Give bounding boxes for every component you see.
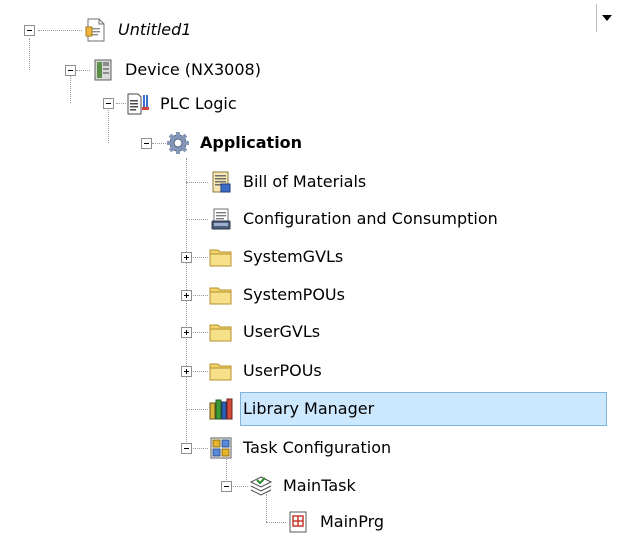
- tree-item-task-configuration[interactable]: Task Configuration: [209, 432, 393, 464]
- plc-logic-icon: [126, 92, 150, 116]
- tree-connector: [266, 522, 286, 523]
- chevron-down-icon: [602, 15, 612, 21]
- tree-item-label: Untitled1: [118, 20, 192, 39]
- tree-item-label: MainPrg: [320, 512, 385, 531]
- tree-connector: [186, 182, 208, 183]
- collapse-toggle-plc-logic[interactable]: [103, 98, 114, 109]
- tree-connector: [186, 409, 208, 410]
- collapse-toggle-task-configuration[interactable]: [181, 443, 192, 454]
- tree-connector: [191, 257, 208, 258]
- device-icon: [91, 58, 115, 82]
- tree-item-label: Configuration and Consumption: [243, 209, 498, 228]
- tree-item-bill-of-materials[interactable]: Bill of Materials: [209, 166, 368, 198]
- expand-toggle-systemgvls[interactable]: [181, 252, 192, 263]
- tree-item-label: UserGVLs: [243, 322, 321, 341]
- folder-icon: [209, 245, 233, 269]
- task-stack-icon: [249, 474, 273, 498]
- expand-toggle-usergvls[interactable]: [181, 327, 192, 338]
- collapse-toggle-device[interactable]: [65, 65, 76, 76]
- tree-connector: [191, 295, 208, 296]
- tree-connector: [191, 332, 208, 333]
- tree-item-label: SystemGVLs: [243, 247, 344, 266]
- tree-item-label: Application: [200, 133, 303, 152]
- library-books-icon: [209, 397, 233, 421]
- tree-item-project[interactable]: Untitled1: [84, 14, 193, 46]
- gear-icon: [166, 131, 190, 155]
- tree-item-label: Task Configuration: [243, 438, 392, 457]
- tree-dropdown-button[interactable]: [596, 4, 617, 32]
- tree-connector: [116, 103, 126, 104]
- folder-icon: [209, 320, 233, 344]
- tree-connector: [152, 143, 166, 144]
- tree-connector: [186, 219, 208, 220]
- folder-icon: [209, 359, 233, 383]
- project-tree: Untitled1 Device (NX3008) PLC Logic Appl…: [0, 0, 617, 541]
- project-file-icon: [84, 18, 108, 42]
- folder-icon: [209, 283, 233, 307]
- collapse-toggle-application[interactable]: [141, 138, 152, 149]
- tree-item-systemgvls[interactable]: SystemGVLs: [209, 241, 345, 273]
- tree-item-mainprg[interactable]: MainPrg: [286, 506, 386, 538]
- tree-connector: [38, 30, 82, 31]
- tree-item-userpous[interactable]: UserPOUs: [209, 355, 324, 387]
- tree-item-label: SystemPOUs: [243, 285, 345, 304]
- tree-item-label: Bill of Materials: [243, 172, 367, 191]
- task-configuration-icon: [209, 436, 233, 460]
- tree-item-label: MainTask: [283, 476, 356, 495]
- tree-item-device[interactable]: Device (NX3008): [91, 54, 263, 86]
- configuration-icon: [209, 207, 233, 231]
- tree-item-systempous[interactable]: SystemPOUs: [209, 279, 347, 311]
- tree-item-usergvls[interactable]: UserGVLs: [209, 316, 322, 348]
- tree-item-label: UserPOUs: [243, 361, 322, 380]
- tree-item-application[interactable]: Application: [166, 127, 304, 159]
- tree-item-configuration-and-consumption[interactable]: Configuration and Consumption: [209, 203, 500, 235]
- tree-connector: [29, 38, 30, 70]
- tree-item-label: PLC Logic: [160, 94, 237, 113]
- tree-connector: [108, 110, 109, 143]
- tree-item-label: Library Manager: [243, 399, 375, 418]
- tree-connector: [76, 70, 90, 71]
- tree-item-library-manager[interactable]: Library Manager: [209, 393, 376, 425]
- tree-item-maintask[interactable]: MainTask: [249, 470, 358, 502]
- tree-connector: [231, 486, 248, 487]
- tree-item-label: Device (NX3008): [125, 60, 261, 79]
- tree-connector: [70, 75, 71, 103]
- tree-connector: [191, 448, 208, 449]
- tree-connector: [186, 158, 187, 448]
- collapse-toggle-project[interactable]: [24, 25, 35, 36]
- expand-toggle-systempous[interactable]: [181, 290, 192, 301]
- tree-connector: [191, 371, 208, 372]
- bill-of-materials-icon: [209, 170, 233, 194]
- program-icon: [286, 510, 310, 534]
- collapse-toggle-maintask[interactable]: [221, 481, 232, 492]
- expand-toggle-userpous[interactable]: [181, 366, 192, 377]
- tree-item-plc-logic[interactable]: PLC Logic: [126, 88, 239, 120]
